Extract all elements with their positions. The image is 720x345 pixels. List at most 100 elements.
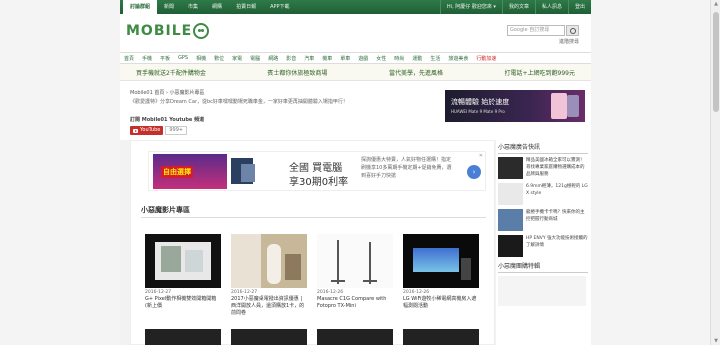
video-thumbnail[interactable] (231, 329, 307, 345)
nav-item[interactable]: 家電 (232, 55, 242, 62)
sidebar-buy-title: 小惡魔團購特輯 (498, 263, 541, 270)
subscribe-label: 訂閱 Mobile01 Youtube 頻道 (130, 117, 205, 123)
video-title[interactable]: 2017小惡魔桌電撥出資訊優惠 | 西洋開放人員，還須購放1卡，的前問卷 (231, 296, 307, 317)
messages-link[interactable]: 私人訊息 (534, 0, 568, 14)
huawei-banner[interactable]: 流暢體驗 始於速度 HUAWEI Mate 9 Mate 9 Pro (445, 90, 585, 122)
phone-image (551, 93, 567, 119)
main-content: 自由選擇 全國 買電腦 享30期0利率 探詢優惠大特賣，人氣好物任選購！指定刷機… (130, 140, 495, 345)
ad-headline: 全國 買電腦 (289, 163, 343, 174)
video-title[interactable]: G+ Pixel動作相機雙效開箱開箱(新上價 (145, 296, 221, 310)
nav-item[interactable]: 電腦 (250, 55, 260, 62)
search-area: Google 自訂搜尋 (507, 25, 579, 36)
user-links: Hi, 阿慶仔 歡迎您來 ▾ 我的文章 私人訊息 登出 (439, 0, 591, 14)
divider (498, 153, 588, 154)
sidebar-ad-image (498, 183, 523, 205)
product-image (498, 276, 586, 306)
close-icon[interactable]: ✕ (479, 153, 483, 159)
nav-item[interactable]: 生活 (430, 55, 440, 62)
sidebar-product[interactable] (498, 276, 588, 306)
nav-item[interactable]: 網路 (268, 55, 278, 62)
sidebar-ads-title: 小惡魔廣告快訊 (498, 144, 541, 151)
header: MOBILE Google 自訂搜尋 進階搜尋 (120, 14, 591, 52)
promo-link[interactable]: 打電話+上網吃到飽999元 (505, 68, 575, 77)
nav-item[interactable]: 相機 (196, 55, 206, 62)
display-ad[interactable]: 自由選擇 全國 買電腦 享30期0利率 探詢優惠大特賣，人氣好物任選購！指定刷機… (148, 151, 486, 191)
scroll-down-icon[interactable]: ▼ (713, 338, 719, 344)
video-date: 2016-12-26 (403, 290, 430, 295)
ad-body: 探詢優惠大特賣，人氣好物任選購！指定刷機享10多萬期手機定期+促銷免費，選到喜好… (361, 157, 452, 179)
sidebar-ad-text: 精品美國冰箱全家可以實測！尋找專業家庭購物選購成本的品牌與服務 (526, 158, 585, 177)
nav-item-highlight[interactable]: 行動加速 (476, 55, 496, 62)
youtube-button-label: YouTube (140, 127, 161, 133)
video-date: 2016-12-27 (145, 290, 172, 295)
user-greeting[interactable]: Hi, 阿慶仔 歡迎您來 ▾ (439, 0, 502, 14)
tab-app[interactable]: APP下載 (263, 0, 296, 14)
scrollbar[interactable]: ▲ ▼ (710, 0, 720, 345)
nav-item[interactable]: 旅遊美食 (448, 55, 468, 62)
nav-item[interactable]: 女性 (376, 55, 386, 62)
youtube-play-icon (133, 128, 138, 133)
video-title[interactable]: LG WiFi遊牧小稀電網高機房入遮幅測閱活動 (403, 296, 479, 310)
promo-link[interactable]: 買手機就送2千配件購物金 (136, 68, 206, 77)
nav-item[interactable]: 數位 (214, 55, 224, 62)
nav-item[interactable]: 單車 (340, 55, 350, 62)
video-title[interactable]: Masacre C1G Compare with Fotopro TX-Mini (317, 296, 393, 310)
video-thumbnail[interactable] (317, 234, 393, 288)
search-icon[interactable] (566, 25, 579, 36)
search-input[interactable]: Google 自訂搜尋 (507, 25, 565, 36)
sidebar-ad[interactable]: 精品美國冰箱全家可以實測！尋找專業家庭購物選購成本的品牌與服務 (498, 157, 588, 179)
tab-auction[interactable]: 拍賣日報 (229, 0, 263, 14)
tab-shopping[interactable]: 網購 (205, 0, 229, 14)
tab-news[interactable]: 新聞 (157, 0, 181, 14)
logo[interactable]: MOBILE (126, 23, 210, 39)
scroll-up-icon[interactable]: ▲ (713, 1, 719, 7)
sidebar-ad[interactable]: 龍捲手機卡卡嗎？快來你的主控把握行動商城 (498, 209, 588, 231)
nav-item[interactable]: 手機 (142, 55, 152, 62)
nav-item[interactable]: 汽車 (304, 55, 314, 62)
youtube-subscribe: YouTube 999+ (130, 126, 188, 135)
promo-link[interactable]: 當代美學，先進風格 (389, 68, 443, 77)
banner-subtext: HUAWEI Mate 9 Mate 9 Pro (451, 109, 505, 114)
video-card[interactable]: 2016-12-26 Masacre C1G Compare with Foto… (317, 234, 393, 310)
my-posts-link[interactable]: 我的文章 (501, 0, 535, 14)
ad-subheadline: 享30期0利率 (289, 177, 349, 188)
nav-item[interactable]: 首頁 (124, 55, 134, 62)
nav-item[interactable]: 機車 (322, 55, 332, 62)
promo-link[interactable]: 賓士都你休旅極致商場 (267, 68, 327, 77)
video-card[interactable]: 2016-12-27 G+ Pixel動作相機雙效開箱開箱(新上價 (145, 234, 221, 310)
divider (498, 272, 588, 273)
video-date: 2016-12-27 (231, 290, 258, 295)
nav-item[interactable]: 運動 (412, 55, 422, 62)
chevron-right-icon[interactable]: › (467, 165, 481, 179)
nav-item[interactable]: GPS (178, 55, 188, 61)
banner-headline: 流暢體驗 始於速度 (451, 98, 510, 106)
subscriber-count: 999+ (165, 126, 188, 135)
sidebar-ad[interactable]: HP ENVY 強大功能技術接觸的了解詳情 (498, 235, 588, 257)
nav-item[interactable]: 遊戲 (358, 55, 368, 62)
advanced-search-link[interactable]: 進階搜尋 (559, 38, 579, 45)
sidebar-ad-text: 龍捲手機卡卡嗎？快來你的主控把握行動商城 (526, 210, 585, 222)
ad-image-label: 自由選擇 (161, 166, 193, 178)
video-card[interactable]: 2016-12-27 2017小惡魔桌電撥出資訊優惠 | 西洋開放人員，還須購放… (231, 234, 307, 317)
video-thumbnail[interactable] (145, 329, 221, 345)
promo-bar: 買手機就送2千配件購物金 賓士都你休旅極致商場 當代美學，先進風格 打電話+上網… (120, 64, 591, 81)
section-title: 小惡魔影片專區 (141, 206, 190, 214)
logout-link[interactable]: 登出 (567, 0, 591, 14)
video-thumbnail[interactable] (231, 234, 307, 288)
video-card[interactable]: 2016-12-26 LG WiFi遊牧小稀電網高機房入遮幅測閱活動 (403, 234, 479, 310)
youtube-button[interactable]: YouTube (130, 126, 164, 135)
tab-forum[interactable]: 討論群組 (123, 0, 158, 14)
sidebar-ad[interactable]: 6.9mm輕薄，121g極輕的 LG X style (498, 183, 588, 205)
scrollbar-thumb[interactable] (713, 12, 719, 112)
breadcrumb[interactable]: Mobile01 首頁 › 小惡魔影片專區 (130, 89, 205, 96)
video-thumbnail[interactable] (403, 329, 479, 345)
video-thumbnail[interactable] (145, 234, 221, 288)
nav-item[interactable]: 平板 (160, 55, 170, 62)
tab-market[interactable]: 市集 (181, 0, 205, 14)
nav-item[interactable]: 影音 (286, 55, 296, 62)
video-thumbnail[interactable] (317, 329, 393, 345)
sidebar-ad-text: 6.9mm輕薄，121g極輕的 LG X style (526, 184, 588, 196)
nav-item[interactable]: 時尚 (394, 55, 404, 62)
video-thumbnail[interactable] (403, 234, 479, 288)
sidebar-ad-image (498, 235, 523, 257)
